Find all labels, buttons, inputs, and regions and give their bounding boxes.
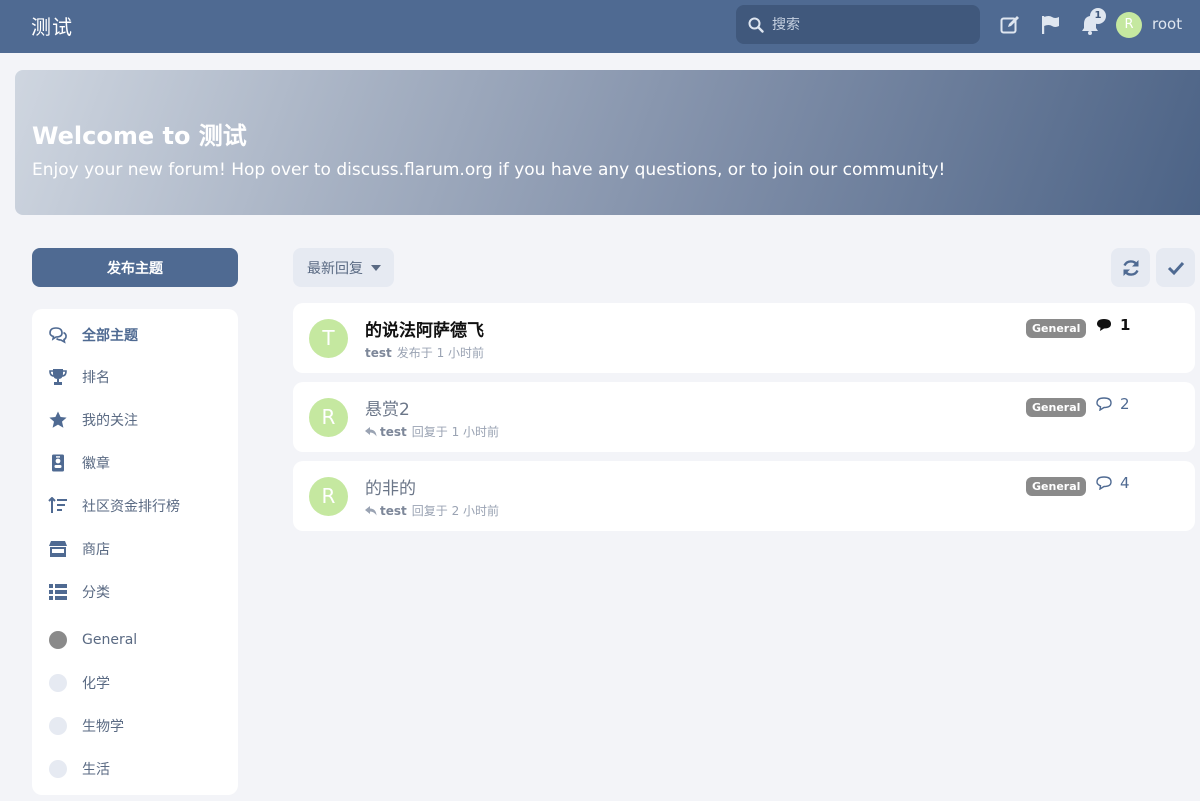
search-icon — [748, 17, 764, 33]
refresh-button[interactable] — [1111, 248, 1150, 287]
sort-dropdown-button[interactable]: 最新回复 — [293, 248, 394, 287]
sidebar-item-following[interactable]: 我的关注 — [32, 405, 238, 435]
discussion-time: 回复于 2 小时前 — [411, 504, 500, 518]
discussion-item[interactable]: R 悬赏2 test 回复于 1 小时前 General 2 — [293, 382, 1195, 452]
comment-icon — [1097, 319, 1111, 331]
search-box[interactable] — [736, 5, 980, 44]
discussion-time: 发布于 1 小时前 — [396, 346, 485, 360]
tag-color-dot — [49, 717, 67, 735]
username[interactable]: root — [1152, 15, 1182, 33]
author-name[interactable]: test — [380, 425, 407, 439]
sidebar-item-categories[interactable]: 分类 — [32, 577, 238, 607]
sort-amount-icon — [48, 497, 68, 515]
list-icon — [48, 583, 68, 601]
sidebar-item-store[interactable]: 商店 — [32, 534, 238, 564]
search-input[interactable] — [772, 16, 972, 33]
edit-icon[interactable] — [999, 14, 1021, 36]
reply-icon — [365, 426, 377, 436]
author-avatar[interactable]: T — [309, 319, 348, 358]
sidebar-item-label: 全部主题 — [82, 328, 138, 344]
discussion-title[interactable]: 的说法阿萨德飞 — [365, 316, 484, 341]
reply-count: 1 — [1096, 316, 1130, 334]
sidebar-tag-chemistry[interactable]: 化学 — [32, 668, 238, 698]
discussion-title[interactable]: 的非的 — [365, 474, 416, 499]
sidebar-item-label: 商店 — [82, 542, 110, 558]
reply-count: 2 — [1096, 395, 1130, 413]
discussion-item[interactable]: R 的非的 test 回复于 2 小时前 General 4 — [293, 461, 1195, 531]
star-icon — [48, 411, 68, 429]
author-avatar[interactable]: R — [309, 477, 348, 516]
site-title[interactable]: 测试 — [31, 11, 73, 40]
discussion-meta: test 发布于 1 小时前 — [365, 344, 484, 361]
start-discussion-button[interactable]: 发布主题 — [32, 248, 238, 287]
sidebar-tag-biology[interactable]: 生物学 — [32, 711, 238, 741]
trophy-icon — [48, 368, 68, 386]
sidebar-item-label: 排名 — [82, 370, 110, 386]
comment-icon — [1096, 397, 1112, 411]
discussion-meta: test 回复于 2 小时前 — [365, 502, 499, 519]
author-name[interactable]: test — [365, 346, 392, 360]
reply-count: 4 — [1096, 474, 1130, 492]
author-avatar[interactable]: R — [309, 398, 348, 437]
sidebar-tag-general[interactable]: General — [32, 625, 238, 655]
discussion-meta: test 回复于 1 小时前 — [365, 423, 499, 440]
discussion-item[interactable]: T 的说法阿萨德飞 test 发布于 1 小时前 General 1 — [293, 303, 1195, 373]
sort-label: 最新回复 — [307, 260, 363, 277]
welcome-hero: Welcome to 测试 Enjoy your new forum! Hop … — [15, 70, 1200, 215]
sidebar-item-fund-leaderboard[interactable]: 社区资金排行榜 — [32, 491, 238, 521]
refresh-icon — [1122, 259, 1139, 276]
author-name[interactable]: test — [380, 504, 407, 518]
sidebar-nav: 全部主题 排名 我的关注 徽章 社区资金排行榜 商店 分类 General 化学… — [32, 309, 238, 795]
tag-badge[interactable]: General — [1026, 477, 1087, 496]
tag-badge[interactable]: General — [1026, 319, 1087, 338]
sidebar-item-label: 徽章 — [82, 456, 110, 472]
store-icon — [48, 540, 68, 558]
mark-all-read-button[interactable] — [1156, 248, 1195, 287]
flag-icon[interactable] — [1039, 14, 1061, 36]
reply-icon — [365, 505, 377, 515]
notification-badge: 1 — [1090, 8, 1106, 24]
tag-color-dot — [49, 631, 67, 649]
discussion-time: 回复于 1 小时前 — [411, 425, 500, 439]
reply-count-value: 4 — [1120, 474, 1130, 492]
comments-icon — [48, 326, 68, 344]
sidebar-tag-label: 化学 — [82, 676, 110, 692]
caret-down-icon — [371, 265, 381, 271]
sidebar-item-label: 我的关注 — [82, 413, 138, 429]
id-badge-icon — [48, 454, 68, 472]
top-header: 测试 1 R root — [0, 0, 1200, 53]
discussion-title[interactable]: 悬赏2 — [365, 395, 410, 420]
hero-title: Welcome to 测试 — [32, 122, 247, 150]
sidebar-tag-label: 生活 — [82, 762, 110, 778]
reply-count-value: 1 — [1120, 316, 1131, 334]
tag-badge[interactable]: General — [1026, 398, 1087, 417]
check-icon — [1167, 261, 1184, 275]
sidebar-item-label: 分类 — [82, 585, 110, 601]
sidebar-item-ranking[interactable]: 排名 — [32, 362, 238, 392]
tag-color-dot — [49, 674, 67, 692]
sidebar-item-label: 社区资金排行榜 — [82, 499, 180, 515]
sidebar-tag-life[interactable]: 生活 — [32, 754, 238, 784]
sidebar-item-all-discussions[interactable]: 全部主题 — [32, 320, 238, 350]
sidebar-tag-label: 生物学 — [82, 719, 124, 735]
reply-count-value: 2 — [1120, 395, 1130, 413]
sidebar-item-badges[interactable]: 徽章 — [32, 448, 238, 478]
tag-color-dot — [49, 760, 67, 778]
comment-icon — [1096, 476, 1112, 490]
hero-description: Enjoy your new forum! Hop over to discus… — [32, 160, 946, 180]
sidebar-tag-label: General — [82, 632, 138, 648]
user-avatar[interactable]: R — [1116, 12, 1142, 38]
